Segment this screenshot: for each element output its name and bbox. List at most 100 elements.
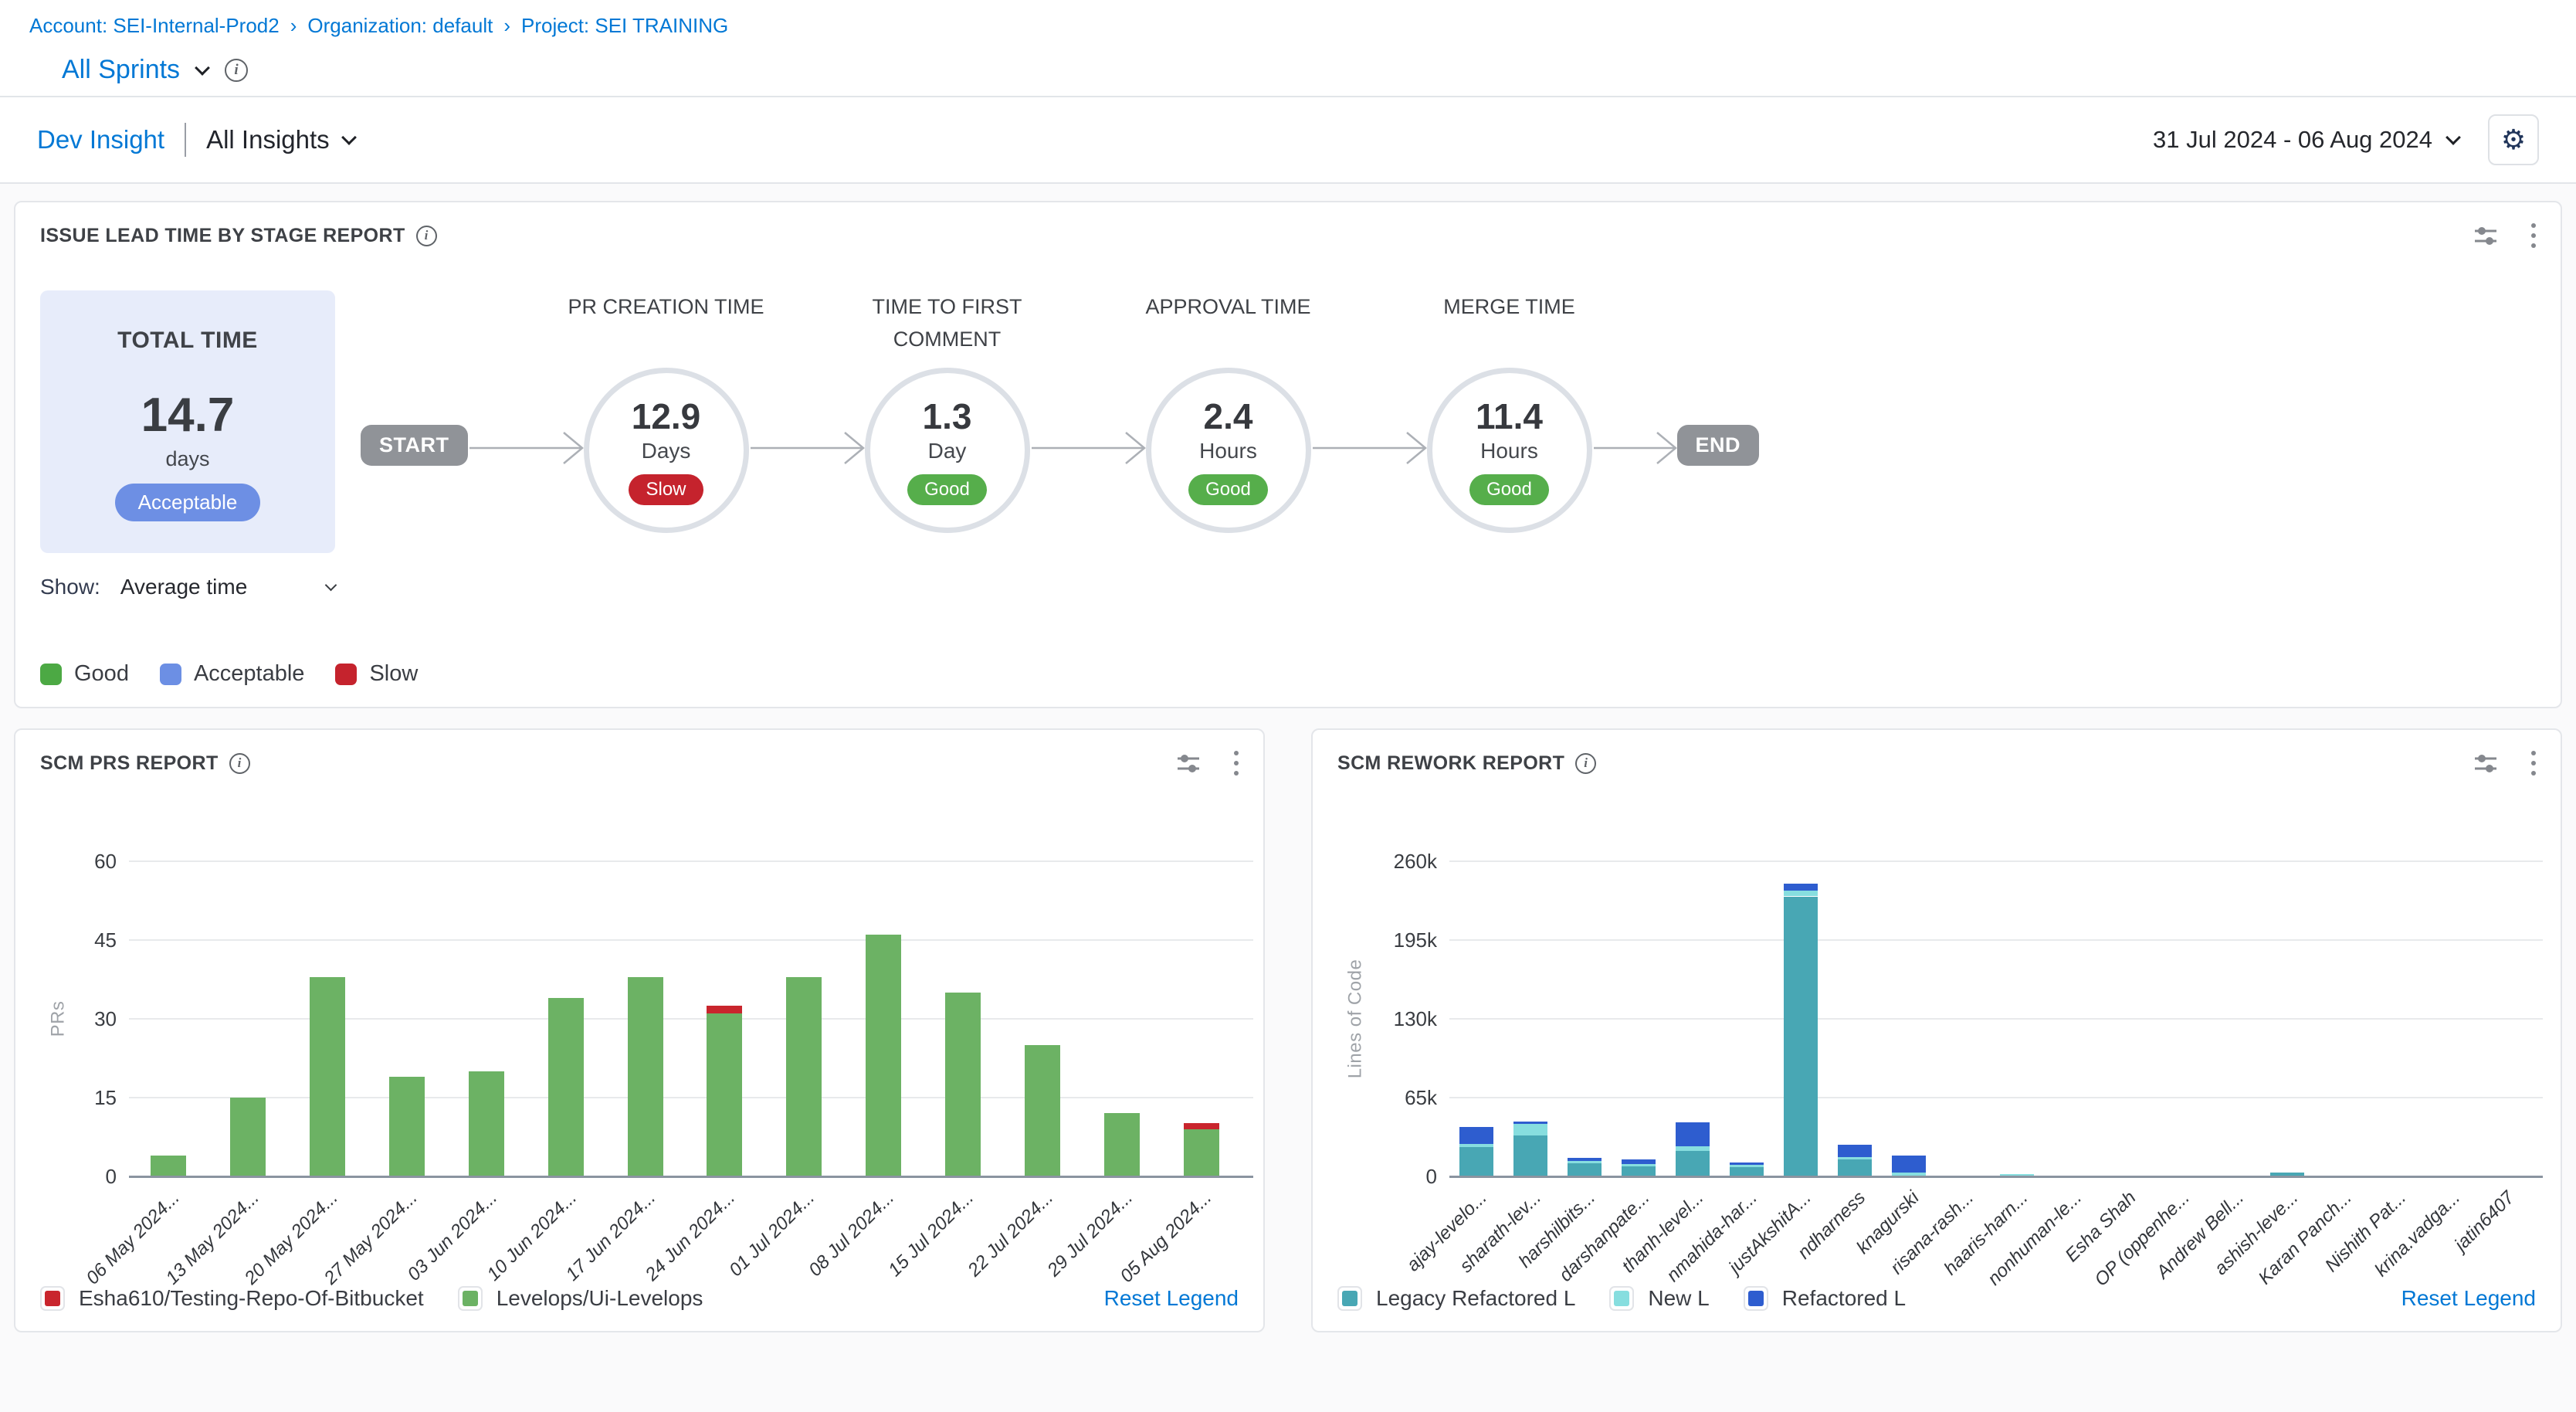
- bar-segment[interactable]: [1784, 897, 1818, 1176]
- bar-segment[interactable]: [1513, 1135, 1547, 1176]
- good-color-swatch: [40, 664, 62, 685]
- filter-sliders-icon[interactable]: [2473, 750, 2499, 776]
- gridline: [129, 939, 1253, 941]
- legend-color-swatch: [1337, 1286, 1362, 1311]
- lead-time-panel: ISSUE LEAD TIME BY STAGE REPORT i TOTAL …: [14, 201, 2562, 708]
- breadcrumb-project[interactable]: Project: SEI TRAINING: [521, 14, 728, 38]
- bar-segment[interactable]: [1568, 1158, 1602, 1161]
- breadcrumb-organization[interactable]: Organization: default: [307, 14, 493, 38]
- bar-segment[interactable]: [1622, 1159, 1656, 1164]
- settings-button[interactable]: ⚙: [2488, 114, 2539, 165]
- legend-item[interactable]: Refactored L: [1744, 1286, 1906, 1311]
- stage-circle[interactable]: 2.4 Hours Good: [1146, 368, 1311, 533]
- stage-circle[interactable]: 1.3 Day Good: [865, 368, 1030, 533]
- bar-segment[interactable]: [389, 1077, 425, 1176]
- stage-rating-badge: Good: [1469, 474, 1549, 505]
- breadcrumb-account[interactable]: Account: SEI-Internal-Prod2: [29, 14, 280, 38]
- bar-segment[interactable]: [707, 1013, 742, 1176]
- bar-segment[interactable]: [1025, 1045, 1060, 1176]
- bar-segment[interactable]: [469, 1071, 504, 1176]
- bar-segment[interactable]: [1784, 891, 1818, 896]
- bar-segment[interactable]: [1104, 1113, 1140, 1176]
- bar-segment[interactable]: [1459, 1144, 1493, 1148]
- legend-item[interactable]: Esha610/Testing-Repo-Of-Bitbucket: [40, 1286, 424, 1311]
- reset-legend-link[interactable]: Reset Legend: [1104, 1286, 1239, 1311]
- kebab-menu-icon[interactable]: [2531, 751, 2536, 776]
- gridline: [129, 860, 1253, 862]
- bar-segment[interactable]: [1838, 1159, 1872, 1176]
- gridline: [1449, 860, 2543, 862]
- sprint-selector-row: All Sprints i: [0, 55, 2576, 85]
- show-label: Show:: [40, 575, 100, 599]
- bar-segment[interactable]: [1676, 1146, 1710, 1151]
- dev-insight-link[interactable]: Dev Insight: [37, 125, 164, 154]
- filter-sliders-icon[interactable]: [2473, 222, 2499, 249]
- bar-segment[interactable]: [945, 993, 981, 1176]
- kebab-menu-icon[interactable]: [1234, 751, 1239, 776]
- legend-color-swatch: [458, 1286, 483, 1311]
- legend-color-swatch: [40, 1286, 65, 1311]
- legend-color-swatch: [1609, 1286, 1634, 1311]
- bar-segment[interactable]: [230, 1098, 266, 1176]
- date-range-picker[interactable]: 31 Jul 2024 - 06 Aug 2024: [2153, 126, 2459, 154]
- bar-segment[interactable]: [1784, 884, 1818, 891]
- bar-segment[interactable]: [786, 977, 822, 1176]
- bar-segment[interactable]: [628, 977, 663, 1176]
- gridline: [1449, 1097, 2543, 1098]
- bar-segment[interactable]: [1184, 1129, 1219, 1176]
- bar-segment[interactable]: [1568, 1163, 1602, 1176]
- insight-header: Dev Insight All Insights 31 Jul 2024 - 0…: [0, 97, 2576, 184]
- stage-rating-badge: Slow: [629, 474, 703, 505]
- bar-segment[interactable]: [866, 935, 901, 1176]
- chevron-down-icon[interactable]: [325, 579, 337, 591]
- flow-arrow-icon: [749, 423, 865, 473]
- bar-segment[interactable]: [1459, 1147, 1493, 1176]
- sprint-selector[interactable]: All Sprints: [62, 55, 180, 85]
- prs-bar-chart: 015304560PRs06 May 2024...13 May 2024...…: [40, 784, 1239, 1247]
- bar-segment[interactable]: [1459, 1127, 1493, 1144]
- bar-segment[interactable]: [1622, 1164, 1656, 1166]
- chevron-down-icon[interactable]: [195, 60, 210, 76]
- stage-circle[interactable]: 11.4 Hours Good: [1427, 368, 1592, 533]
- dashboard-content: ISSUE LEAD TIME BY STAGE REPORT i TOTAL …: [0, 184, 2576, 1349]
- kebab-menu-icon[interactable]: [2531, 223, 2536, 248]
- bar-segment[interactable]: [1892, 1156, 1926, 1173]
- bar-segment[interactable]: [1730, 1165, 1764, 1167]
- lead-time-legend: Good Acceptable Slow: [40, 661, 2536, 687]
- stage-time-to-first-comment: TIME TO FIRST COMMENT 1.3 Day Good: [865, 290, 1030, 533]
- x-tick-label: 08 Jul 2024...: [805, 1187, 899, 1281]
- filter-sliders-icon[interactable]: [1175, 750, 1202, 776]
- top-header: Account: SEI-Internal-Prod2 › Organizati…: [0, 0, 2576, 97]
- bar-segment[interactable]: [1838, 1157, 1872, 1159]
- bar-segment[interactable]: [1513, 1124, 1547, 1135]
- bar-segment[interactable]: [1676, 1151, 1710, 1176]
- reset-legend-link[interactable]: Reset Legend: [2401, 1286, 2536, 1311]
- legend-item[interactable]: Legacy Refactored L: [1337, 1286, 1575, 1311]
- legend-item[interactable]: New L: [1609, 1286, 1709, 1311]
- bar-segment[interactable]: [1184, 1123, 1219, 1129]
- chevron-down-icon: [341, 130, 357, 145]
- insights-dropdown[interactable]: All Insights: [206, 125, 354, 154]
- legend-item[interactable]: Levelops/Ui-Levelops: [458, 1286, 703, 1311]
- gridline: [1449, 939, 2543, 941]
- gridline: [129, 1097, 1253, 1098]
- lead-time-flow: START PR CREATION TIME 12.9 Days Slow TI…: [361, 290, 1759, 533]
- flow-arrow-icon: [468, 423, 584, 473]
- bar-segment[interactable]: [1568, 1161, 1602, 1163]
- total-time-value: 14.7: [141, 388, 235, 443]
- bar-segment[interactable]: [1622, 1166, 1656, 1176]
- bar-segment[interactable]: [1730, 1163, 1764, 1165]
- breadcrumb-separator-icon: ›: [503, 14, 510, 38]
- stage-circle[interactable]: 12.9 Days Slow: [584, 368, 749, 533]
- legend-item-acceptable: Acceptable: [160, 661, 305, 687]
- bar-segment[interactable]: [1513, 1122, 1547, 1124]
- flow-end-pill: END: [1677, 425, 1760, 466]
- bar-segment[interactable]: [548, 998, 584, 1176]
- bar-segment[interactable]: [1838, 1145, 1872, 1157]
- bar-segment[interactable]: [310, 977, 345, 1176]
- bar-segment[interactable]: [707, 1006, 742, 1013]
- bar-segment[interactable]: [1676, 1122, 1710, 1146]
- date-range-label: 31 Jul 2024 - 06 Aug 2024: [2153, 126, 2432, 154]
- show-dropdown[interactable]: Average time: [120, 575, 247, 599]
- bar-segment[interactable]: [151, 1156, 186, 1176]
